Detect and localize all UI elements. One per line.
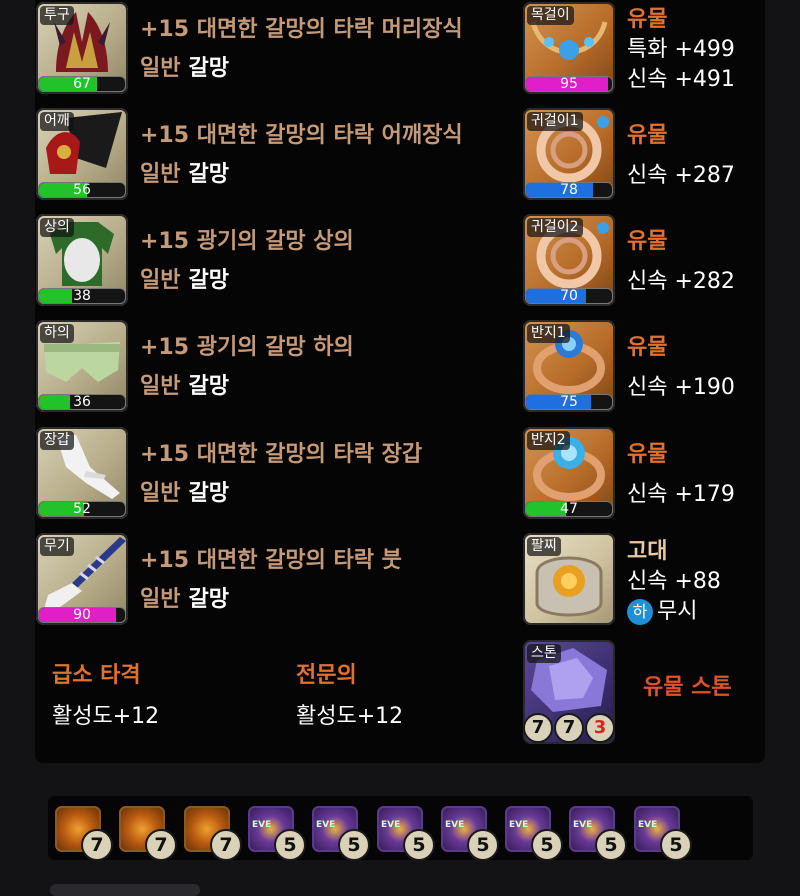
gem-level: 5 [595,829,627,861]
bracelet-effect: 하 무시 [627,593,697,625]
equipment-slot-top[interactable]: 상의 38 [36,214,128,306]
slot-label: 하의 [40,324,74,343]
gem-level: 5 [467,829,499,861]
slot-label: 스톤 [527,644,561,663]
slot-label: 상의 [40,218,74,237]
item-name: +15 대면한 갈망의 타락 장갑 [140,442,423,467]
gem-overlay-text: EVE [573,820,593,830]
stone-label: 유물 스톤 [643,675,732,700]
bracelet-grade: 고대 [627,539,668,564]
equipment-slot-pants[interactable]: 하의 36 [36,320,128,412]
quality-bar: 56 [38,182,126,198]
item-grade: 일반 갈망 [140,374,229,399]
slot-label: 귀걸이2 [527,218,583,237]
accessory-slot-earring2[interactable]: 귀걸이2 70 [523,214,615,306]
gem-overlay-text: EVE [445,820,465,830]
equipment-slot-helmet[interactable]: 투구 67 [36,2,128,94]
gem-level: 5 [660,829,692,861]
accessory-stat: 신속 +282 [627,269,735,294]
item-name: +15 광기의 갈망 하의 [140,335,354,360]
effect-tier-badge: 하 [627,599,653,625]
slot-label: 귀걸이1 [527,112,583,131]
quality-bar: 47 [525,501,613,517]
item-grade: 일반 갈망 [140,587,229,612]
equipment-slot-shoulder[interactable]: 어깨 56 [36,108,128,200]
accessory-grade: 유물 [627,7,668,32]
stone-count-3: 3 [585,713,615,743]
gem-overlay-text: EVE [381,820,401,830]
quality-bar: 52 [38,501,126,517]
slot-label: 반지2 [527,431,570,450]
quality-bar: 70 [525,288,613,304]
accessory-slot-necklace[interactable]: 목걸이 95 [523,2,615,94]
engraving-name: 급소 타격 [52,663,141,688]
item-grade: 일반 갈망 [140,268,229,293]
equipment-slot-weapon[interactable]: 무기 90 [36,533,128,625]
quality-bar: 95 [525,76,613,92]
item-name: +15 광기의 갈망 상의 [140,229,354,254]
slot-label: 장갑 [40,431,74,450]
item-grade: 일반 갈망 [140,162,229,187]
accessory-stat: 신속 +287 [627,163,735,188]
accessory-stat: 신속 +190 [627,375,735,400]
quality-bar: 75 [525,394,613,410]
item-grade: 일반 갈망 [140,56,229,81]
item-name: +15 대면한 갈망의 타락 머리장식 [140,17,463,42]
gem-level: 5 [274,829,306,861]
accessory-slot-ring2[interactable]: 반지2 47 [523,427,615,519]
engraving-value: 활성도+12 [296,704,404,729]
accessory-slot-ring1[interactable]: 반지1 75 [523,320,615,412]
item-grade: 일반 갈망 [140,481,229,506]
quality-bar: 67 [38,76,126,92]
gem-level: 5 [531,829,563,861]
gem-level: 7 [145,829,177,861]
gem-level: 5 [338,829,370,861]
item-name: +15 대면한 갈망의 타락 붓 [140,548,402,573]
engraving-value: 활성도+12 [52,704,160,729]
accessory-stat: 특화 +499 [627,37,735,62]
quality-bar: 38 [38,288,126,304]
slot-label: 반지1 [527,324,570,343]
accessory-slot-bracelet[interactable]: 팔찌 [523,533,615,625]
bracelet-stat: 신속 +88 [627,569,721,594]
quality-bar: 90 [38,607,126,623]
gem-overlay-text: EVE [316,820,336,830]
gem-overlay-text: EVE [638,820,658,830]
quality-bar: 78 [525,182,613,198]
accessory-slot-earring1[interactable]: 귀걸이1 78 [523,108,615,200]
slot-label: 무기 [40,537,74,556]
accessory-stat: 신속 +179 [627,482,735,507]
gem-overlay-text: EVE [252,820,272,830]
item-name: +15 대면한 갈망의 타락 어깨장식 [140,123,463,148]
accessory-grade: 유물 [627,335,668,360]
accessory-grade: 유물 [627,442,668,467]
slot-label: 어깨 [40,112,74,131]
engraving-name: 전문의 [296,663,357,688]
gem-level: 5 [403,829,435,861]
slot-label: 투구 [40,6,74,25]
gem-level: 7 [81,829,113,861]
bottom-tab[interactable] [50,884,200,896]
slot-label: 팔찌 [527,537,561,556]
slot-label: 목걸이 [527,6,574,25]
quality-bar: 36 [38,394,126,410]
accessory-stat: 신속 +491 [627,67,735,92]
stone-count-2: 7 [554,713,584,743]
accessory-grade: 유물 [627,229,668,254]
accessory-grade: 유물 [627,123,668,148]
equipment-slot-gloves[interactable]: 장갑 52 [36,427,128,519]
gem-level: 7 [210,829,242,861]
stone-count-1: 7 [523,713,553,743]
gem-overlay-text: EVE [509,820,529,830]
